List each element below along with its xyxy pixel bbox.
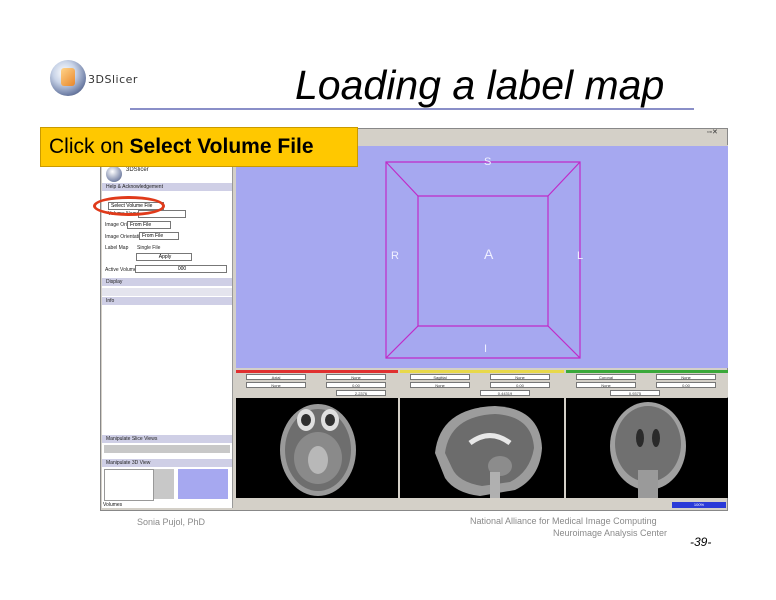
- footer-org-1: National Alliance for Medical Image Comp…: [470, 516, 657, 526]
- axial-slice-controls: Axial None None 0.00 2.2376: [236, 370, 398, 397]
- coronal-brain-image: [610, 402, 686, 498]
- footer-org-2: Neuroimage Analysis Center: [553, 528, 668, 538]
- 3d-view-buttons[interactable]: [154, 469, 174, 499]
- highlight-ellipse: [93, 196, 165, 216]
- axial-bg-select[interactable]: None: [246, 382, 306, 388]
- sagittal-slice-view[interactable]: [400, 398, 564, 498]
- progress-bar: 100%: [672, 502, 726, 508]
- sagittal-slice-controls: Sagittal None None 0.00 0.44319: [400, 370, 564, 397]
- section-help[interactable]: Help & Acknowledgement: [102, 183, 232, 191]
- section-manipulate-3d[interactable]: Manipulate 3D View: [102, 459, 232, 467]
- coronal-offset[interactable]: 0.9375: [610, 390, 660, 396]
- sagittal-bg-select[interactable]: None: [410, 382, 470, 388]
- active-volume-label: Active Volume: [105, 267, 137, 273]
- image-orientation-select[interactable]: From File: [139, 232, 179, 240]
- orientation-inferior: I: [484, 343, 488, 355]
- 3d-navigator[interactable]: [104, 469, 154, 501]
- sagittal-color-bar: [400, 370, 564, 373]
- slice-view-buttons[interactable]: [104, 445, 230, 453]
- coronal-slice-view[interactable]: [566, 398, 728, 498]
- 3d-mini-view[interactable]: [178, 469, 228, 499]
- single-file-checkbox[interactable]: Single File: [137, 245, 160, 251]
- coronal-bg-select[interactable]: None: [576, 382, 636, 388]
- coronal-orientation-select[interactable]: Coronal: [576, 374, 636, 380]
- sagittal-brain-image: [435, 406, 542, 498]
- axial-slice-view[interactable]: [236, 398, 398, 498]
- instruction-callout: Click on Select Volume File: [40, 127, 358, 167]
- sagittal-offset[interactable]: 0.44319: [480, 390, 530, 396]
- label-map-checkbox[interactable]: Label Map: [105, 245, 128, 251]
- slicer-logo-icon: [50, 60, 86, 96]
- section-collapsed[interactable]: [102, 288, 232, 296]
- orientation-anterior: A: [484, 246, 494, 262]
- coronal-opacity[interactable]: 0.00: [656, 382, 716, 388]
- axial-fg-select[interactable]: None: [326, 374, 386, 380]
- sagittal-orientation-select[interactable]: Sagittal: [410, 374, 470, 380]
- footer-author: Sonia Pujol, PhD: [137, 517, 206, 527]
- slicer-logo: 3DSlicer: [50, 60, 140, 100]
- coronal-fg-select[interactable]: None: [656, 374, 716, 380]
- section-info[interactable]: Info: [102, 297, 232, 305]
- coronal-color-bar: [566, 370, 728, 373]
- axial-offset[interactable]: 2.2376: [336, 390, 386, 396]
- axial-brain-image: [280, 404, 356, 496]
- section-display[interactable]: Display: [102, 278, 232, 286]
- axial-opacity[interactable]: 0.00: [326, 382, 386, 388]
- panel-title: 3DSlicer: [126, 167, 149, 173]
- coronal-slice-controls: Coronal None None 0.00 0.9375: [566, 370, 728, 397]
- status-module-label: Volumes: [103, 502, 123, 508]
- callout-prefix: Click on: [49, 135, 130, 158]
- sagittal-fg-select[interactable]: None: [490, 374, 550, 380]
- axial-color-bar: [236, 370, 398, 373]
- panel-logo-icon: [106, 166, 122, 182]
- callout-bold: Select Volume File: [129, 135, 314, 158]
- section-manipulate-slices[interactable]: Manipulate Slice Views: [102, 435, 232, 443]
- orientation-right: R: [391, 250, 399, 262]
- active-volume-select[interactable]: 000: [135, 265, 227, 273]
- axial-orientation-select[interactable]: Axial: [246, 374, 306, 380]
- window-controls[interactable]: ▫▫✕: [707, 128, 728, 136]
- sagittal-opacity[interactable]: 0.00: [490, 382, 550, 388]
- orientation-left: L: [577, 250, 584, 262]
- logo-text: 3DSlicer: [88, 73, 138, 86]
- apply-button[interactable]: Apply: [136, 253, 192, 261]
- 3d-view[interactable]: S I R L A: [236, 146, 728, 368]
- title-divider: [130, 108, 694, 110]
- bottom-left-panels: Manipulate Slice Views Manipulate 3D Vie…: [102, 435, 232, 501]
- image-origin-select[interactable]: From File: [127, 221, 171, 229]
- slide-title: Loading a label map: [295, 62, 665, 108]
- page-number: -39-: [690, 535, 712, 549]
- 3d-view-frame: [385, 161, 581, 359]
- orientation-superior: S: [484, 156, 492, 168]
